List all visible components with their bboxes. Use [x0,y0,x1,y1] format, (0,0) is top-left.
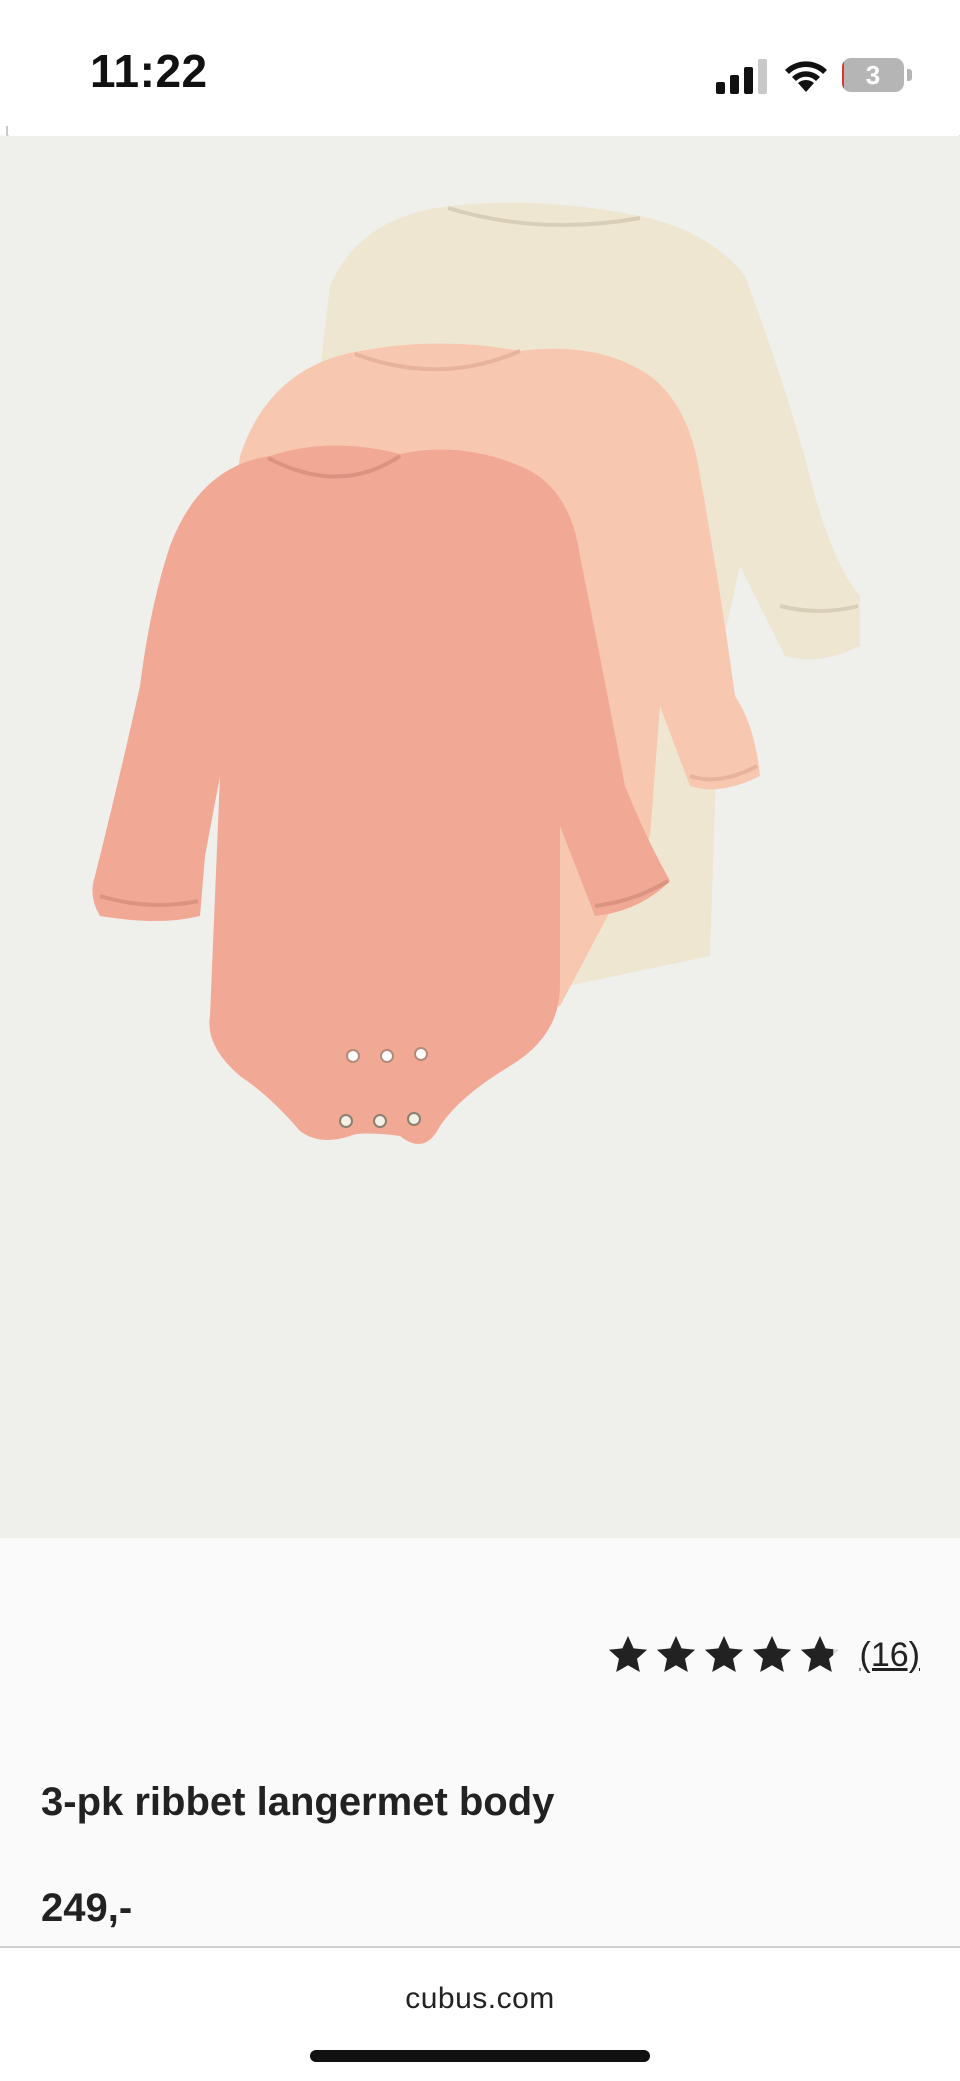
product-title: 3-pk ribbet langermet body [41,1780,555,1824]
battery-cap [907,69,912,81]
browser-address-bar[interactable]: cubus.com [0,1946,960,2081]
star-icon [752,1636,791,1672]
star-icon [656,1636,695,1672]
wifi-icon [785,61,827,92]
star-icon [800,1636,839,1672]
product-details: (16) 3-pk ribbet langermet body 249,- [0,1538,960,1946]
product-image[interactable] [0,136,960,1538]
signal-icon [716,59,767,94]
star-icon [608,1636,647,1672]
rating[interactable]: (16) [606,1630,920,1680]
status-bar: 11:22 3 [0,0,960,138]
url-text[interactable]: cubus.com [0,1982,960,2016]
home-indicator[interactable] [310,2050,650,2062]
battery-level: 3 [865,60,881,90]
star-icon [704,1636,743,1672]
bodysuits-illustration [92,202,860,1144]
status-time: 11:22 [90,45,208,97]
battery-body: 3 [842,58,904,92]
review-count-link[interactable]: (16) [860,1636,920,1675]
product-price: 249,- [41,1886,133,1930]
rating-stars [606,1633,842,1677]
battery-icon: 3 [842,58,912,94]
